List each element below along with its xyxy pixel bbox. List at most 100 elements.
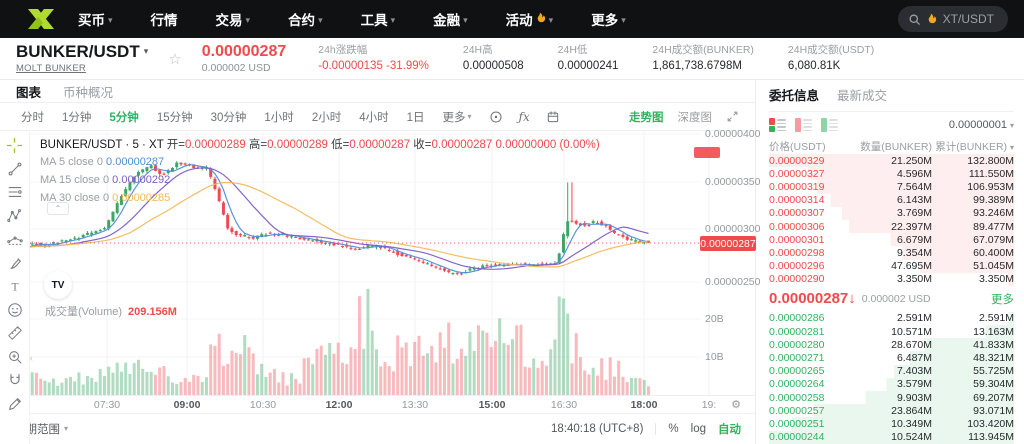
tab-图表[interactable]: 图表 bbox=[16, 82, 41, 101]
zoom-in-icon[interactable] bbox=[5, 349, 25, 365]
tab-币种概况[interactable]: 币种概况 bbox=[63, 82, 113, 101]
axis-settings-gear-icon[interactable]: ⚙ bbox=[731, 398, 741, 411]
crosshair-icon[interactable] bbox=[5, 137, 25, 153]
bid-row[interactable]: 0.00000265 7.403M 55.725M bbox=[769, 364, 1014, 378]
view-tab-走势图[interactable]: 走势图 bbox=[629, 109, 664, 125]
ask-row[interactable]: 0.00000301 6.679M 67.079M bbox=[769, 233, 1014, 247]
ohlc-value: 0.00000289 bbox=[184, 139, 246, 151]
xabcd-pattern-icon[interactable] bbox=[5, 208, 25, 224]
interval-2小时[interactable]: 2小时 bbox=[303, 109, 350, 125]
chevron-down-icon: ▾ bbox=[621, 14, 626, 25]
ask-row[interactable]: 0.00000307 3.769M 93.246M bbox=[769, 206, 1014, 220]
ask-row[interactable]: 0.00000319 7.564M 106.953M bbox=[769, 180, 1014, 194]
bid-row[interactable]: 0.00000286 2.591M 2.591M bbox=[769, 311, 1014, 326]
interval-4小时[interactable]: 4小时 bbox=[350, 109, 397, 125]
chart-area[interactable]: ‹ T BUNKER/USDT · 5 · XT 开=0.00000289 高=… bbox=[0, 128, 760, 444]
interval-more-button[interactable]: 更多 ▾ bbox=[434, 109, 481, 125]
more-link[interactable]: 更多 bbox=[991, 291, 1014, 307]
percent-scale-button[interactable]: % bbox=[668, 423, 678, 435]
nav-item-活动[interactable]: 活动 ▾ bbox=[506, 9, 553, 29]
book-mode-bids-icon[interactable] bbox=[821, 118, 838, 132]
ask-row[interactable]: 0.00000298 9.354M 60.400M bbox=[769, 246, 1014, 260]
price-cell: 0.00000281 bbox=[769, 325, 825, 338]
orderbook-tab-委托信息[interactable]: 委托信息 bbox=[769, 85, 819, 104]
ask-row[interactable]: 0.00000314 6.143M 99.389M bbox=[769, 193, 1014, 207]
auto-scale-button[interactable]: 自动 bbox=[718, 421, 741, 437]
tradingview-logo[interactable]: TV bbox=[44, 271, 72, 299]
log-scale-button[interactable]: log bbox=[691, 423, 706, 435]
target-icon[interactable] bbox=[489, 110, 503, 124]
bid-row[interactable]: 0.00000264 3.579M 59.304M bbox=[769, 377, 1014, 391]
precision-dropdown[interactable]: 0.00000001 ▾ bbox=[949, 119, 1014, 131]
cum-cell: 93.071M bbox=[973, 404, 1014, 417]
trend-line-icon[interactable] bbox=[5, 161, 25, 177]
axis-label: 10B bbox=[705, 351, 724, 363]
price-cell: 0.00000257 bbox=[769, 404, 825, 417]
nav-item-合约[interactable]: 合约 ▾ bbox=[288, 9, 323, 29]
xt-logo[interactable] bbox=[26, 7, 60, 31]
forecast-icon[interactable] bbox=[5, 231, 25, 247]
book-mode-both-icon[interactable] bbox=[769, 118, 786, 132]
pair-subtitle[interactable]: MOLT BUNKER bbox=[16, 63, 148, 74]
interval-1分钟[interactable]: 1分钟 bbox=[53, 109, 100, 125]
price-cell: 0.00000280 bbox=[769, 338, 825, 351]
bid-row[interactable]: 0.00000280 28.670M 41.833M bbox=[769, 338, 1014, 352]
nav-item-金融[interactable]: 金融 ▾ bbox=[433, 9, 468, 29]
bid-row[interactable]: 0.00000281 10.571M 13.163M bbox=[769, 325, 1014, 339]
bid-row[interactable]: 0.00000257 23.864M 93.071M bbox=[769, 404, 1014, 418]
ticker-stats: 24h涨跌幅 -0.00000135 -31.99% 24H高 0.00000508 2… bbox=[318, 44, 874, 74]
book-mode-asks-icon[interactable] bbox=[795, 118, 812, 132]
ask-row[interactable]: 0.00000327 4.596M 111.550M bbox=[769, 167, 1014, 181]
ohlc-value: 0.00000287 bbox=[431, 139, 493, 151]
search-box[interactable]: XT/USDT bbox=[897, 6, 1008, 32]
time-axis[interactable]: ⚙ 07:30 09:00 10:30 12:00 13:30 15:00 16:30 18:… bbox=[0, 395, 755, 413]
legend-collapse-button[interactable]: ⌃ bbox=[47, 202, 69, 215]
bid-row[interactable]: 0.00000244 10.524M 113.945M bbox=[769, 430, 1014, 444]
indicators-fx-icon[interactable]: ƒx bbox=[519, 110, 530, 124]
ruler-icon[interactable] bbox=[5, 325, 25, 341]
nav-item-买币[interactable]: 买币 ▾ bbox=[78, 9, 113, 29]
bid-row[interactable]: 0.00000271 6.487M 48.321M bbox=[769, 351, 1014, 365]
col-cum-sort[interactable]: 累计(BUNKER) ▾ bbox=[932, 139, 1014, 154]
nav-item-行情[interactable]: 行情 bbox=[151, 9, 178, 29]
pencil-icon[interactable] bbox=[5, 396, 25, 412]
fullscreen-expand-icon[interactable] bbox=[726, 110, 739, 123]
pair-selector[interactable]: BUNKER/USDT ▾ MOLT BUNKER bbox=[16, 42, 148, 74]
interval-1日[interactable]: 1日 bbox=[398, 109, 434, 125]
bid-row[interactable]: 0.00000251 10.349M 103.420M bbox=[769, 417, 1014, 431]
qty-cell: 6.679M bbox=[896, 233, 932, 246]
orderbook-tab-最新成交[interactable]: 最新成交 bbox=[837, 85, 887, 104]
chevron-down-icon: ▾ bbox=[390, 14, 396, 25]
emoji-icon[interactable] bbox=[5, 302, 25, 318]
text-icon[interactable]: T bbox=[5, 278, 25, 294]
cum-cell: 67.079M bbox=[973, 233, 1014, 246]
nav-item-label: 交易 bbox=[215, 13, 243, 28]
nav-item-更多[interactable]: 更多 ▾ bbox=[591, 9, 626, 29]
interval-15分钟[interactable]: 15分钟 bbox=[148, 109, 202, 125]
nav-item-工具[interactable]: 工具 ▾ bbox=[361, 9, 396, 29]
stat-24H高: 24H高 0.00000508 bbox=[463, 44, 524, 74]
interval-toolbar: 分时 1分钟 5分钟 15分钟 30分钟 1小时 2小时 4小时 1日 更多 ▾ ƒx 走势图 深度… bbox=[0, 103, 755, 131]
ma-value: 0.00000285 bbox=[112, 191, 171, 204]
ask-row[interactable]: 0.00000290 3.350M 3.350M bbox=[769, 272, 1014, 286]
calendar-icon[interactable] bbox=[546, 110, 560, 124]
interval-30分钟[interactable]: 30分钟 bbox=[202, 109, 256, 125]
interval-1小时[interactable]: 1小时 bbox=[255, 109, 302, 125]
bid-row[interactable]: 0.00000258 9.903M 69.207M bbox=[769, 391, 1014, 405]
ask-row[interactable]: 0.00000296 47.695M 51.045M bbox=[769, 259, 1014, 273]
magnet-icon[interactable] bbox=[5, 372, 25, 388]
interval-5分钟[interactable]: 5分钟 bbox=[100, 109, 147, 125]
time-label: 19: bbox=[701, 399, 717, 411]
ask-row[interactable]: 0.00000329 21.250M 132.800M bbox=[769, 154, 1014, 168]
nav-item-交易[interactable]: 交易 ▾ bbox=[216, 9, 251, 29]
interval-分时[interactable]: 分时 bbox=[12, 109, 53, 125]
nav-item-label: 买币 bbox=[78, 13, 105, 28]
toolstrip-collapse-icon[interactable]: ‹ bbox=[30, 353, 33, 364]
current-price-axis-tag: 0.00000287 bbox=[700, 236, 756, 251]
fib-lines-icon[interactable] bbox=[5, 184, 25, 200]
favorite-star-icon[interactable]: ☆ bbox=[168, 50, 181, 68]
time-label: 15:00 bbox=[478, 399, 506, 411]
ask-row[interactable]: 0.00000306 22.397M 89.477M bbox=[769, 219, 1014, 234]
brush-icon[interactable] bbox=[5, 255, 25, 271]
view-tab-深度图[interactable]: 深度图 bbox=[678, 109, 713, 125]
